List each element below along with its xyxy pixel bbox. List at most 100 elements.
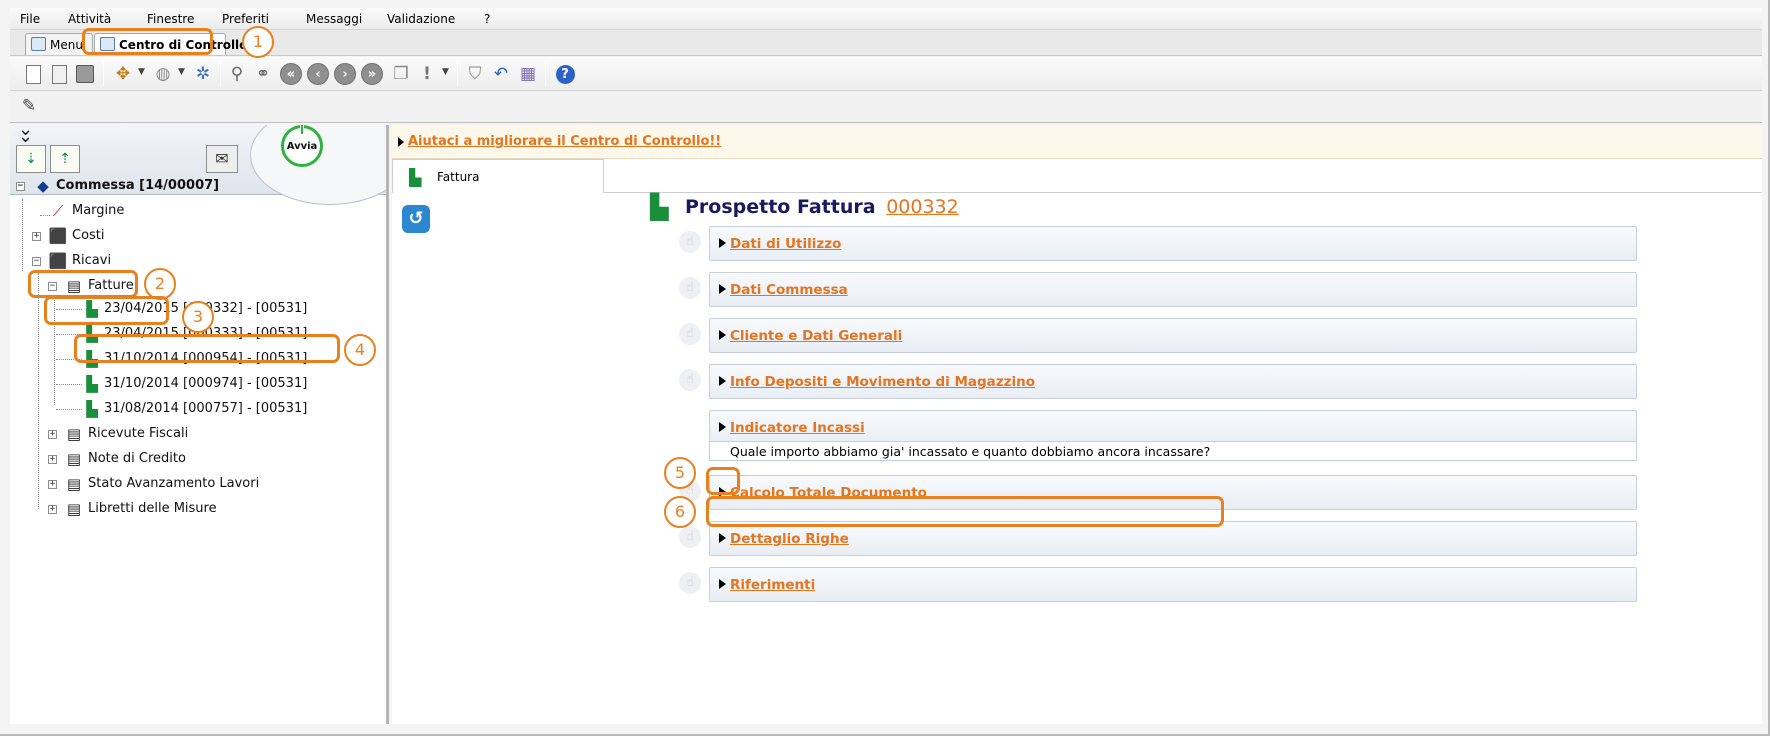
callout-number: 1 <box>242 26 274 58</box>
expand-tree-button[interactable]: ⇣ <box>16 145 46 173</box>
globe-icon[interactable]: ◍ <box>152 63 174 85</box>
plugin-dropdown-icon[interactable]: ▼ <box>138 67 145 77</box>
collapse-tree-button[interactable]: ⇡ <box>50 145 80 173</box>
new-document-icon[interactable] <box>22 63 44 85</box>
open-document-icon[interactable] <box>48 63 70 85</box>
page-title-text: Prospetto Fattura <box>685 196 876 218</box>
hand-icon: ☝ <box>679 231 701 253</box>
shield-icon[interactable]: ⛉ <box>464 63 486 85</box>
invoice-label: 31/08/2014 [000757] - [00531] <box>104 401 308 416</box>
exclamation-dropdown-icon[interactable]: ▼ <box>442 67 449 77</box>
menu-finestre[interactable]: Finestre <box>147 12 194 26</box>
invoice-number-link[interactable]: 000332 <box>886 196 959 218</box>
menu-attivita[interactable]: Attività <box>68 12 111 26</box>
copy-icon[interactable]: ❐ <box>390 63 412 85</box>
drawer-icon: ▤ <box>66 500 82 518</box>
menu-messaggi[interactable]: Messaggi <box>306 12 362 26</box>
menu-preferiti[interactable]: Preferiti <box>222 12 269 26</box>
exclamation-icon[interactable]: ! <box>416 63 438 85</box>
cube-icon: ◆ <box>37 177 49 195</box>
callout-highlight <box>706 467 740 495</box>
binoculars-icon[interactable]: ⚭ <box>252 63 274 85</box>
hand-icon: ☝ <box>679 572 701 594</box>
detail-panel: Aiutaci a migliorare il Centro di Contro… <box>392 125 1762 724</box>
menu-file[interactable]: File <box>20 12 40 26</box>
section-label: Riferimenti <box>730 577 816 593</box>
callout-highlight <box>74 334 340 363</box>
previous-record-icon[interactable]: ‹ <box>307 63 329 85</box>
section-label: Indicatore Incassi <box>730 420 865 436</box>
commessa-label: Commessa [14/00007] <box>56 178 220 193</box>
chart-icon: ⟋ <box>52 202 64 220</box>
plugin-icon[interactable]: ✥ <box>112 63 134 85</box>
menu-help[interactable]: ? <box>484 12 490 26</box>
expand-arrow-icon <box>719 533 726 543</box>
invoice-icon: ▙ <box>409 168 422 187</box>
costs-icon: ⬛ <box>48 227 68 245</box>
hand-icon: ☝ <box>679 323 701 345</box>
globe-dropdown-icon[interactable]: ▼ <box>178 67 185 77</box>
expand-arrow-icon <box>719 238 726 248</box>
menu-icon <box>31 37 46 51</box>
margine-label: Margine <box>72 203 125 218</box>
expand-arrow-icon <box>719 330 726 340</box>
navigation-tree-panel: ⌄ ⌄ ⇣ ⇡ ✉ Avvia − ◆ Commessa [14/00007] ⟋ <box>10 125 389 724</box>
section-info-depositi[interactable]: Info Depositi e Movimento di Magazzino <box>709 364 1637 399</box>
pencil-note-icon[interactable]: ✎ <box>18 95 40 117</box>
invoice-icon: ▙ <box>86 375 98 393</box>
drawer-icon: ▤ <box>66 475 82 493</box>
expand-arrow-icon <box>719 579 726 589</box>
drawer-icon: ▤ <box>66 450 82 468</box>
first-record-icon[interactable]: « <box>280 63 302 85</box>
tools-button[interactable]: ✉ <box>206 145 238 173</box>
section-tooltip: Quale importo abbiamo gia' incassato e q… <box>709 441 1637 461</box>
drawer-icon: ▤ <box>66 425 82 443</box>
section-label: Cliente e Dati Generali <box>730 328 903 344</box>
feedback-link[interactable]: Aiutaci a migliorare il Centro di Contro… <box>408 134 721 149</box>
invoice-label: 31/10/2014 [000974] - [00531] <box>104 376 308 391</box>
banner-arrow-icon <box>398 137 404 147</box>
section-label: Dettaglio Righe <box>730 531 849 547</box>
hand-icon: ☝ <box>679 369 701 391</box>
section-label: Dati di Utilizzo <box>730 236 842 252</box>
tab-fattura-label: Fattura <box>437 170 480 184</box>
invoice-title-icon: ▙ <box>650 193 669 221</box>
expand-arrow-icon <box>719 284 726 294</box>
tab-fattura[interactable]: ▙ Fattura <box>392 159 604 193</box>
back-button[interactable]: ↺ <box>402 205 430 233</box>
next-record-icon[interactable]: › <box>334 63 356 85</box>
search-icon[interactable]: ⚲ <box>226 63 248 85</box>
last-record-icon[interactable]: » <box>361 63 383 85</box>
libretti-label: Libretti delle Misure <box>88 501 217 516</box>
callout-highlight <box>706 496 1224 527</box>
section-dati-commessa[interactable]: Dati Commessa <box>709 272 1637 307</box>
callout-number: 3 <box>182 301 214 333</box>
menu-validazione[interactable]: Validazione <box>387 12 455 26</box>
hand-icon: ☝ <box>679 277 701 299</box>
expand-arrow-icon <box>719 376 726 386</box>
callout-highlight <box>82 28 213 55</box>
section-label: Info Depositi e Movimento di Magazzino <box>730 374 1036 390</box>
undo-icon[interactable]: ↶ <box>490 63 512 85</box>
tab-menu-label: Menu <box>50 38 83 52</box>
hand-icon: ☝ <box>679 526 701 548</box>
save-icon[interactable] <box>74 63 96 85</box>
section-dati-utilizzo[interactable]: Dati di Utilizzo <box>709 226 1637 261</box>
application-window: File Attività Finestre Preferiti Messagg… <box>0 0 1770 736</box>
callout-highlight <box>28 270 138 298</box>
section-riferimenti[interactable]: Riferimenti <box>709 567 1637 602</box>
stato-label: Stato Avanzamento Lavori <box>88 476 260 491</box>
callout-highlight <box>44 296 169 325</box>
archive-icon[interactable]: ▦ <box>517 63 539 85</box>
help-icon[interactable]: ? <box>554 63 576 85</box>
expand-arrow-icon[interactable] <box>719 422 726 432</box>
ricevute-label: Ricevute Fiscali <box>88 426 189 441</box>
revenue-icon: ⬛ <box>48 252 68 270</box>
callout-number: 6 <box>664 496 696 528</box>
section-indicatore-incassi[interactable]: Indicatore Incassi <box>709 410 1637 445</box>
avvia-label: Avvia <box>286 141 318 152</box>
section-cliente-dati-generali[interactable]: Cliente e Dati Generali <box>709 318 1637 353</box>
menu-bar: File Attività Finestre Preferiti Messagg… <box>10 8 1762 30</box>
page-title: Prospetto Fattura 000332 <box>685 196 959 218</box>
settings-icon[interactable]: ✲ <box>192 63 214 85</box>
